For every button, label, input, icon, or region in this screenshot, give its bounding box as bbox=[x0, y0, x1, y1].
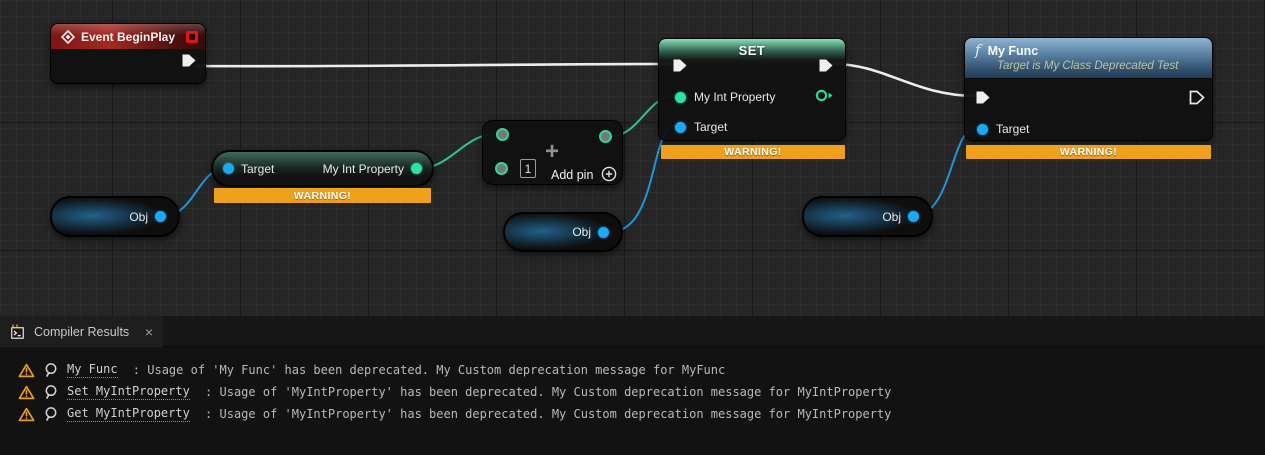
search-icon bbox=[43, 384, 59, 400]
blueprint-editor: Event BeginPlay Target My Int Property W… bbox=[0, 0, 1265, 455]
plus-operator-icon: + bbox=[545, 140, 559, 164]
add-input-b-pin[interactable] bbox=[495, 162, 508, 175]
event-node-header: Event BeginPlay bbox=[51, 24, 205, 49]
node-set-myintproperty[interactable]: SET My Int Property Target bbox=[658, 38, 846, 141]
node-title: Event BeginPlay bbox=[81, 30, 175, 44]
target-input-pin[interactable] bbox=[223, 163, 234, 174]
close-icon[interactable]: × bbox=[145, 325, 153, 339]
search-icon bbox=[43, 406, 59, 422]
node-add-int[interactable]: + 1 Add pin bbox=[482, 120, 623, 185]
pin-label-myintproperty: My Int Property bbox=[694, 90, 775, 104]
exec-out-pin[interactable] bbox=[181, 53, 197, 68]
warning-message: : Usage of 'MyIntProperty' has been depr… bbox=[198, 385, 892, 399]
function-node-header: f My Func Target is My Class Deprecated … bbox=[965, 38, 1212, 79]
add-pin-plus-icon[interactable] bbox=[601, 166, 617, 185]
compiler-warning-row: My Func : Usage of 'My Func' has been de… bbox=[0, 359, 1265, 381]
event-diamond-icon bbox=[61, 30, 75, 44]
search-icon bbox=[43, 362, 59, 378]
exec-in-pin[interactable] bbox=[975, 90, 991, 105]
obj-output-pin[interactable] bbox=[155, 211, 166, 222]
tab-compiler-results[interactable]: Compiler Results × bbox=[0, 316, 163, 347]
obj-label: Obj bbox=[572, 225, 591, 239]
function-icon: f bbox=[975, 43, 981, 58]
panel-tab-bar: Compiler Results × bbox=[0, 316, 1265, 347]
warning-banner-myfunc: WARNING! bbox=[966, 145, 1211, 159]
obj-label: Obj bbox=[882, 210, 901, 224]
compiler-warning-row: Set MyIntProperty : Usage of 'MyIntPrope… bbox=[0, 381, 1265, 403]
warning-message: : Usage of 'MyIntProperty' has been depr… bbox=[198, 407, 892, 421]
node-subtitle: Target is My Class Deprecated Test bbox=[997, 60, 1202, 72]
obj-output-pin[interactable] bbox=[598, 227, 609, 238]
node-title: SET bbox=[739, 43, 766, 58]
pin-label-output: My Int Property bbox=[323, 162, 404, 176]
compiler-results-panel: Compiler Results × My Func : Usage of 'M… bbox=[0, 316, 1265, 455]
pin-label-target: Target bbox=[694, 120, 727, 134]
exec-in-pin[interactable] bbox=[672, 58, 688, 73]
node-get-myintproperty[interactable]: Target My Int Property bbox=[211, 150, 434, 187]
wire-exec-beginplay-to-set[interactable] bbox=[196, 64, 672, 66]
warning-message: : Usage of 'My Func' has been deprecated… bbox=[126, 363, 726, 377]
node-event-beginplay[interactable]: Event BeginPlay bbox=[50, 23, 206, 84]
blueprint-graph-canvas[interactable]: Event BeginPlay Target My Int Property W… bbox=[0, 0, 1265, 316]
warning-node-link[interactable]: Set MyIntProperty bbox=[67, 384, 190, 400]
warning-triangle-icon bbox=[18, 385, 35, 400]
warning-triangle-icon bbox=[18, 363, 35, 378]
compiler-results-list: My Func : Usage of 'My Func' has been de… bbox=[0, 347, 1265, 425]
myintproperty-input-pin[interactable] bbox=[675, 92, 686, 103]
value-output-pin[interactable] bbox=[411, 163, 422, 174]
node-obj-variable-1[interactable]: Obj bbox=[50, 196, 180, 237]
warning-banner-get: WARNING! bbox=[214, 188, 431, 203]
node-myfunc[interactable]: f My Func Target is My Class Deprecated … bbox=[964, 37, 1213, 141]
compiler-warning-row: Get MyIntProperty : Usage of 'MyIntPrope… bbox=[0, 403, 1265, 425]
add-input-a-pin[interactable] bbox=[496, 128, 509, 141]
target-input-pin[interactable] bbox=[977, 124, 988, 135]
node-obj-variable-3[interactable]: Obj bbox=[802, 196, 933, 237]
pin-label-target: Target bbox=[241, 162, 274, 176]
wire-exec-set-to-myfunc[interactable] bbox=[833, 64, 976, 96]
node-title: My Func bbox=[988, 44, 1039, 58]
exec-out-pin[interactable] bbox=[818, 58, 834, 73]
breakpoint-indicator[interactable] bbox=[186, 31, 198, 43]
add-pin-label[interactable]: Add pin bbox=[551, 168, 593, 182]
obj-output-pin[interactable] bbox=[908, 211, 919, 222]
tab-label: Compiler Results bbox=[34, 325, 129, 339]
target-input-pin[interactable] bbox=[675, 122, 686, 133]
warning-banner-set: WARNING! bbox=[661, 145, 845, 159]
pin-label-target: Target bbox=[996, 122, 1029, 136]
warning-node-link[interactable]: Get MyIntProperty bbox=[67, 406, 190, 422]
node-obj-variable-2[interactable]: Obj bbox=[503, 212, 623, 252]
exec-out-pin[interactable] bbox=[1189, 90, 1205, 105]
add-output-pin[interactable] bbox=[599, 130, 612, 143]
obj-label: Obj bbox=[129, 210, 148, 224]
compiler-results-icon bbox=[10, 324, 25, 340]
warning-node-link[interactable]: My Func bbox=[67, 362, 118, 378]
warning-triangle-icon bbox=[18, 407, 35, 422]
myintproperty-output-pin[interactable] bbox=[815, 89, 835, 102]
default-value-input[interactable]: 1 bbox=[520, 159, 536, 178]
